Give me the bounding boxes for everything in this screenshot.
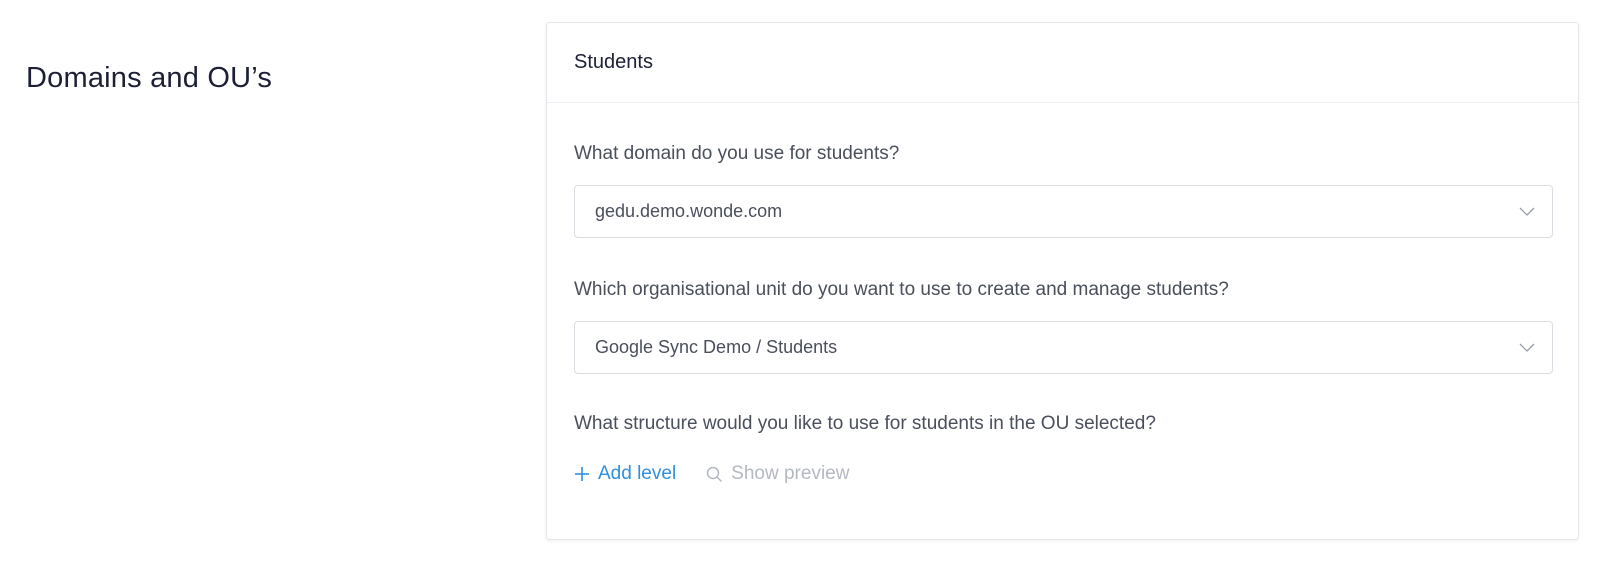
ou-question-label: Which organisational unit do you want to… [574,279,1229,300]
show-preview-label: Show preview [731,463,850,484]
card-title: Students [574,51,653,73]
page: Domains and OU’s Students What domain do… [0,0,1600,564]
chevron-down-icon [1518,339,1536,357]
card-header: Students [547,23,1578,103]
search-icon [706,466,723,483]
domain-select-value: gedu.demo.wonde.com [595,201,783,221]
domain-question-label: What domain do you use for students? [574,143,900,164]
plus-icon [574,466,590,482]
add-level-button[interactable]: Add level [574,463,676,485]
add-level-label: Add level [598,463,677,484]
ou-select-value: Google Sync Demo / Students [595,337,838,357]
students-card: Students What domain do you use for stud… [546,22,1579,540]
ou-select[interactable]: Google Sync Demo / Students [574,321,1553,374]
section-title: Domains and OU’s [26,62,273,94]
structure-question-label: What structure would you like to use for… [574,413,1156,434]
structure-actions: Add level Show preview [574,463,849,485]
domain-select[interactable]: gedu.demo.wonde.com [574,185,1553,238]
show-preview-button[interactable]: Show preview [706,463,849,485]
chevron-down-icon [1518,203,1536,221]
